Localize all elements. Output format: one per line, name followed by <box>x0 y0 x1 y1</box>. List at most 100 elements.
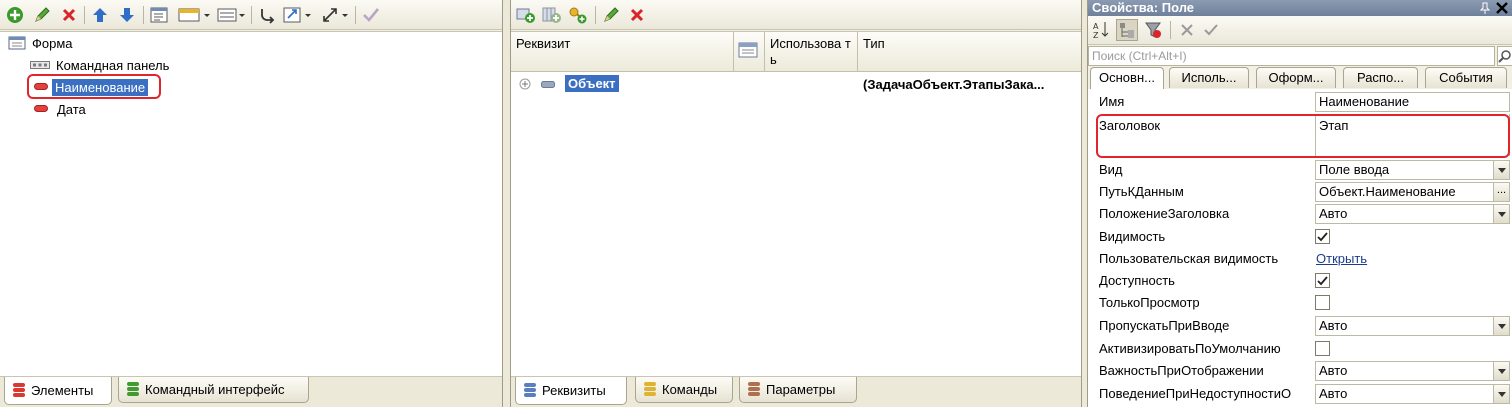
chevron-down-icon[interactable] <box>1493 362 1509 380</box>
categorized-icon[interactable] <box>1116 19 1138 41</box>
check-icon[interactable] <box>360 4 382 26</box>
form-elements-panel: Форма Командная панель Наименование Дата… <box>0 0 503 407</box>
tab-layout[interactable]: Распо... <box>1343 67 1418 88</box>
command-interface-stack-icon <box>127 382 139 397</box>
parameters-stack-icon <box>748 382 760 397</box>
tree-item-date-field[interactable]: Дата <box>34 99 86 119</box>
select-value: Авто <box>1319 206 1348 221</box>
elements-toolbar <box>0 0 502 30</box>
select-value: Авто <box>1319 318 1348 333</box>
property-row: ТолькоПросмотр <box>1088 292 1512 314</box>
tab-main[interactable]: Основн... <box>1090 67 1164 89</box>
property-name: ПоложениеЗаголовка <box>1099 206 1230 221</box>
tree-item-form[interactable]: Форма <box>8 33 73 53</box>
property-name: ПутьКДанным <box>1099 184 1184 199</box>
read-only-checkbox[interactable] <box>1315 295 1330 310</box>
form-preview-icon[interactable] <box>148 4 170 26</box>
tab-usage[interactable]: Исполь... <box>1169 67 1249 88</box>
edit-pencil-icon[interactable] <box>31 4 53 26</box>
property-search-input[interactable]: Поиск (Ctrl+Alt+I) <box>1088 46 1495 66</box>
tab-events[interactable]: События <box>1425 67 1507 88</box>
tab-elements[interactable]: Элементы <box>4 377 112 405</box>
pin-icon[interactable] <box>1480 2 1490 14</box>
expand-dropdown-icon[interactable] <box>320 4 352 26</box>
activate-default-checkbox[interactable] <box>1315 341 1330 356</box>
attributes-toolbar <box>511 0 1081 30</box>
tab-parameters[interactable]: Параметры <box>739 377 857 403</box>
display-importance-select[interactable]: Авто <box>1315 361 1510 381</box>
enabled-checkbox[interactable] <box>1315 273 1330 288</box>
add-icon[interactable] <box>4 4 26 26</box>
property-row: ВажностьПриОтображении Авто <box>1088 360 1512 382</box>
tree-item-command-bar[interactable]: Командная панель <box>30 55 169 75</box>
object-icon <box>541 81 555 88</box>
elements-tabs: Элементы Командный интерфейс <box>0 377 502 407</box>
chevron-down-icon[interactable] <box>1493 161 1509 179</box>
search-button[interactable] <box>1497 46 1512 66</box>
title-position-select[interactable]: Авто <box>1315 204 1510 224</box>
attributes-tabs: Реквизиты Команды Параметры <box>511 377 1081 407</box>
ellipsis-button[interactable]: ... <box>1493 183 1509 201</box>
name-field[interactable]: Наименование <box>1315 92 1510 112</box>
property-name: Доступность <box>1099 273 1175 288</box>
visibility-checkbox[interactable] <box>1315 229 1330 244</box>
group-layout-dropdown-icon[interactable] <box>216 4 248 26</box>
move-up-icon[interactable] <box>89 4 111 26</box>
grid-header: Реквизит Использова ть Тип <box>511 32 1081 72</box>
skip-on-input-select[interactable]: Авто <box>1315 316 1510 336</box>
filter-icon[interactable] <box>1142 19 1164 41</box>
select-value: Поле ввода <box>1319 162 1390 177</box>
move-down-icon[interactable] <box>116 4 138 26</box>
property-row: АктивизироватьПоУмолчанию <box>1088 338 1512 360</box>
apply-check-icon[interactable] <box>1200 19 1222 41</box>
column-header-attribute[interactable]: Реквизит <box>511 32 733 72</box>
add-key-icon[interactable] <box>567 4 589 26</box>
tab-commands[interactable]: Команды <box>635 377 733 403</box>
elements-tree: Форма Командная панель Наименование Дата <box>0 31 502 377</box>
expand-plus-icon[interactable] <box>519 78 531 90</box>
data-path-field[interactable]: Объект.Наименование... <box>1315 182 1510 202</box>
chevron-down-icon[interactable] <box>1493 317 1509 335</box>
command-bar-icon <box>30 61 50 69</box>
close-icon[interactable] <box>1496 2 1508 14</box>
highlight-frame <box>1096 114 1510 158</box>
open-link[interactable]: Открыть <box>1316 251 1367 266</box>
property-row: ПоложениеЗаголовка Авто <box>1088 203 1512 225</box>
property-row: Видимость <box>1088 226 1512 248</box>
tab-attributes[interactable]: Реквизиты <box>515 377 627 405</box>
commands-stack-icon <box>644 382 656 397</box>
add-attribute-icon[interactable] <box>515 4 537 26</box>
zoom-dropdown-icon[interactable] <box>282 4 316 26</box>
add-column-icon[interactable] <box>541 4 563 26</box>
search-placeholder: Поиск (Ctrl+Alt+I) <box>1092 49 1187 63</box>
table-row[interactable]: Объект (ЗадачаОбъект.ЭтапыЗака... <box>511 73 1081 95</box>
search-icon <box>1498 50 1511 63</box>
tab-appearance[interactable]: Оформ... <box>1256 67 1336 88</box>
property-row: Доступность <box>1088 270 1512 292</box>
unavailable-behavior-select[interactable]: Авто <box>1315 384 1510 404</box>
clear-value-icon[interactable] <box>1176 19 1198 41</box>
column-header-use[interactable]: Использова ть <box>765 32 857 72</box>
edit-pencil-icon[interactable] <box>600 4 622 26</box>
window-layout-dropdown-icon[interactable] <box>177 4 213 26</box>
tab-label: Команды <box>662 382 718 397</box>
tree-item-label: Командная панель <box>56 57 170 73</box>
column-header-type[interactable]: Тип <box>858 32 1058 72</box>
view-select[interactable]: Поле ввода <box>1315 160 1510 180</box>
refresh-arrow-icon[interactable] <box>256 4 278 26</box>
tab-label: Командный интерфейс <box>145 382 285 397</box>
delete-icon[interactable] <box>58 4 80 26</box>
chevron-down-icon[interactable] <box>1493 205 1509 223</box>
delete-icon[interactable] <box>626 4 648 26</box>
tab-command-interface[interactable]: Командный интерфейс <box>118 377 309 403</box>
property-row: Пользовательская видимость Открыть <box>1088 248 1512 270</box>
chevron-down-icon[interactable] <box>1493 385 1509 403</box>
column-header-icon[interactable] <box>734 32 764 72</box>
checkmark-icon <box>1317 231 1328 241</box>
form-icon <box>8 36 26 50</box>
sort-alphabetical-icon[interactable]: AZ <box>1090 19 1112 41</box>
property-name: Вид <box>1099 162 1123 177</box>
tab-label: Элементы <box>31 383 94 398</box>
property-row: ПутьКДанным Объект.Наименование... <box>1088 181 1512 203</box>
panel-title: Свойства: Поле <box>1092 0 1195 15</box>
